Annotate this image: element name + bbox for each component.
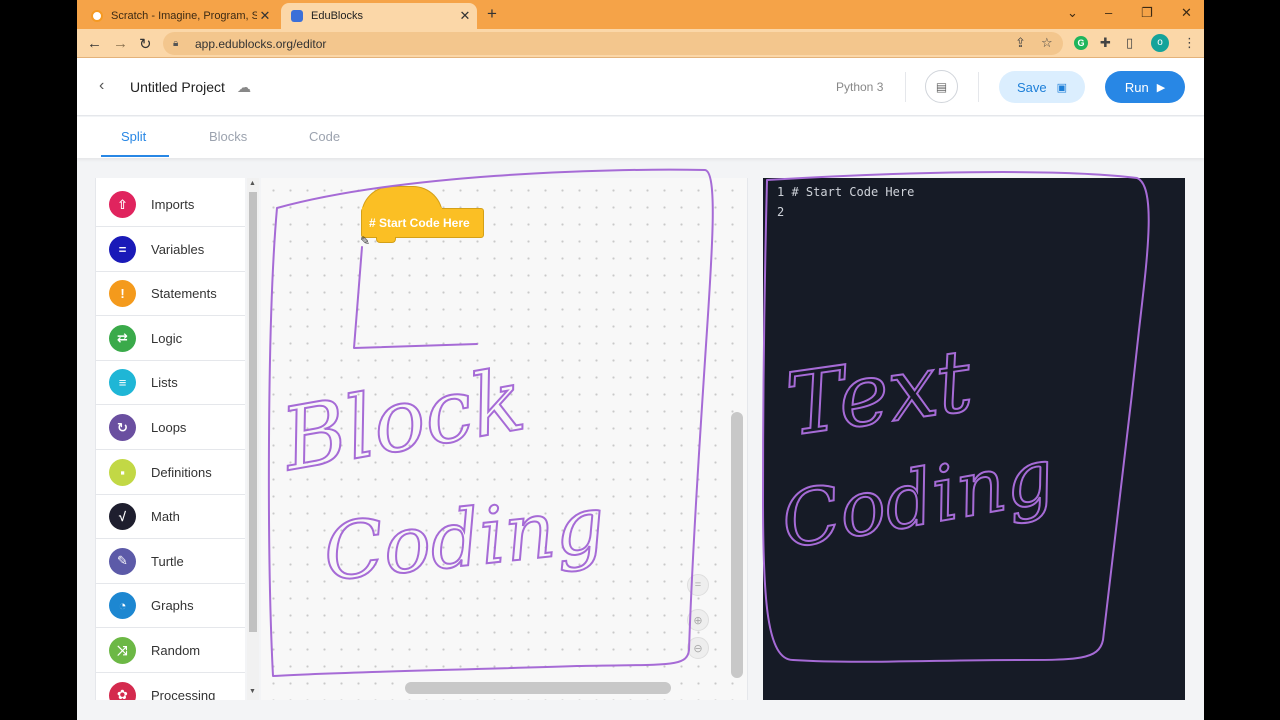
- desktop-background: Scratch - Imagine, Program, Sha ✕ EduBlo…: [0, 0, 1280, 720]
- annotation-overlay: Block Coding Text Coding: [267, 168, 1150, 677]
- bracket-stroke: [353, 246, 478, 349]
- text-annotation-text: Text: [781, 331, 978, 456]
- browser-window: Scratch - Imagine, Program, Sha ✕ EduBlo…: [77, 0, 1204, 720]
- coding-annotation-text-left: Coding: [320, 480, 610, 599]
- block-annotation-text: Block: [273, 350, 531, 491]
